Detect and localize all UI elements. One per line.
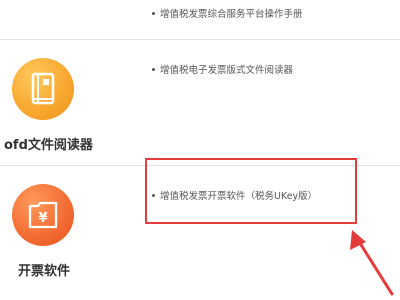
link-platform-manual-label: 增值税发票综合服务平台操作手册 bbox=[160, 9, 303, 20]
link-platform-manual[interactable]: 增值税发票综合服务平台操作手册 bbox=[152, 6, 303, 20]
annotation-arrow-icon bbox=[350, 230, 394, 296]
yuan-folder-icon: ¥ bbox=[28, 201, 58, 229]
svg-text:¥: ¥ bbox=[38, 211, 47, 226]
book-icon bbox=[31, 72, 55, 105]
invoicing-software-title[interactable]: 开票软件 bbox=[18, 260, 70, 279]
link-ofd-reader-label: 增值税电子发票版式文件阅读器 bbox=[160, 65, 294, 76]
highlight-box bbox=[145, 158, 357, 224]
download-list-panel: 增值税发票综合服务平台操作手册 ofd文件阅读器 增值税电子发票版式文件阅读器 … bbox=[0, 0, 400, 300]
invoicing-software-icon-tile[interactable]: ¥ bbox=[12, 184, 74, 246]
ofd-reader-title[interactable]: ofd文件阅读器 bbox=[4, 134, 93, 153]
divider-top bbox=[0, 39, 400, 40]
link-ofd-reader[interactable]: 增值税电子发票版式文件阅读器 bbox=[152, 62, 293, 76]
bullet-dot bbox=[152, 12, 155, 15]
ofd-reader-icon-tile[interactable] bbox=[12, 58, 74, 120]
bullet-dot bbox=[152, 68, 155, 71]
